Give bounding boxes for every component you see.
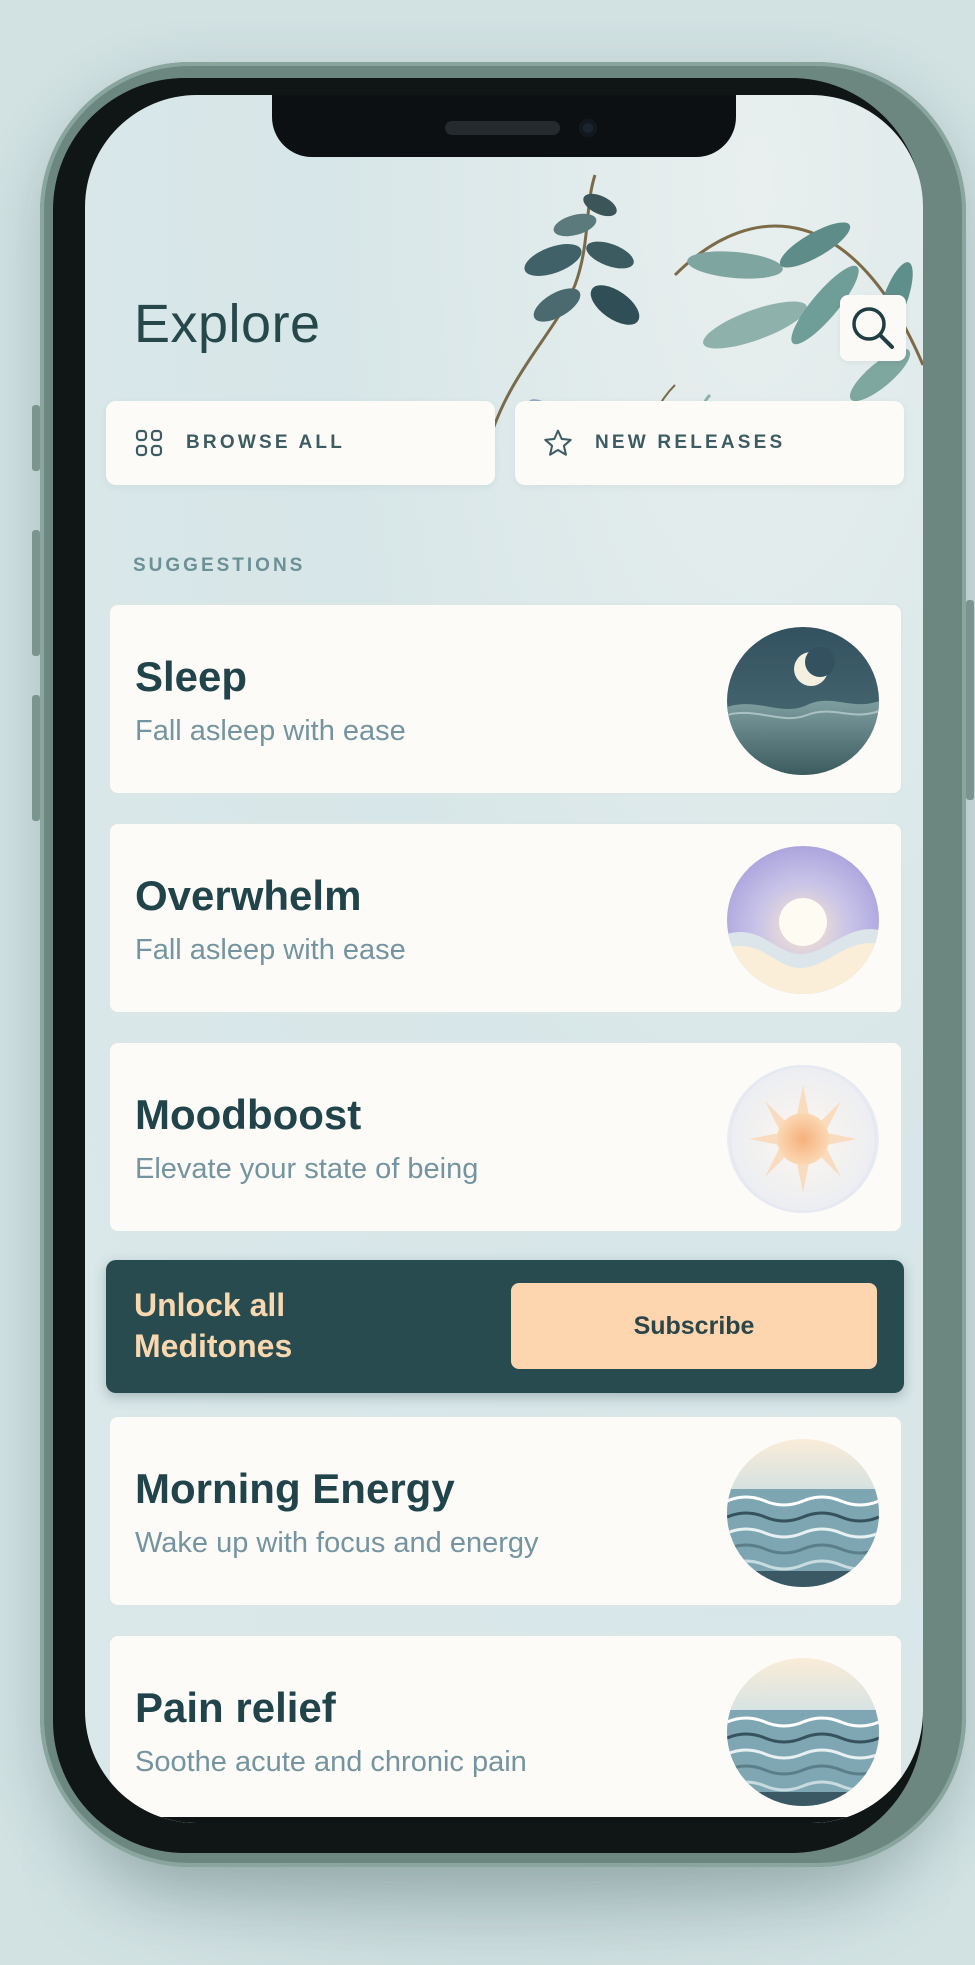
sunburst-illustration bbox=[727, 1065, 879, 1213]
card-subtitle: Wake up with focus and energy bbox=[135, 1527, 539, 1559]
new-releases-label: NEW RELEASES bbox=[595, 432, 786, 453]
moon-over-water-illustration bbox=[727, 627, 879, 775]
power-button bbox=[966, 600, 974, 800]
card-subtitle: Elevate your state of being bbox=[135, 1153, 479, 1185]
mute-switch bbox=[32, 405, 40, 471]
card-title: Pain relief bbox=[135, 1684, 336, 1731]
card-title: Sleep bbox=[135, 653, 248, 700]
card-overwhelm[interactable]: Overwhelm Fall asleep with ease bbox=[108, 822, 903, 1014]
card-title: Overwhelm bbox=[135, 872, 362, 919]
card-subtitle: Fall asleep with ease bbox=[135, 715, 406, 747]
app-screen: Explore BROWSE ALL NEW RELEASES SUGGESTI… bbox=[85, 95, 923, 1823]
card-moodboost[interactable]: Moodboost Elevate your state of being bbox=[108, 1041, 903, 1233]
notch-speaker bbox=[445, 121, 560, 135]
page-title: Explore bbox=[134, 294, 321, 354]
search-button[interactable] bbox=[840, 295, 906, 361]
volume-down-button bbox=[32, 695, 40, 821]
new-releases-button[interactable]: NEW RELEASES bbox=[515, 401, 904, 485]
subscribe-button[interactable]: Subscribe bbox=[511, 1283, 877, 1369]
card-morning-energy[interactable]: Morning Energy Wake up with focus and en… bbox=[108, 1415, 903, 1607]
card-sleep[interactable]: Sleep Fall asleep with ease bbox=[108, 603, 903, 795]
screen-bottom-edge bbox=[85, 1817, 923, 1823]
grid-icon bbox=[134, 428, 164, 458]
sun-on-horizon-illustration bbox=[727, 846, 879, 994]
card-pain-relief[interactable]: Pain relief Soothe acute and chronic pai… bbox=[108, 1634, 903, 1823]
card-subtitle: Soothe acute and chronic pain bbox=[135, 1746, 527, 1778]
star-icon bbox=[543, 428, 573, 458]
card-title: Morning Energy bbox=[135, 1465, 455, 1512]
banner-title: Unlock all Meditones bbox=[134, 1287, 293, 1364]
waves-illustration bbox=[727, 1658, 879, 1806]
card-subtitle: Fall asleep with ease bbox=[135, 934, 406, 966]
card-title: Moodboost bbox=[135, 1091, 362, 1138]
browse-all-button[interactable]: BROWSE ALL bbox=[106, 401, 495, 485]
search-icon bbox=[852, 307, 894, 349]
waves-illustration bbox=[727, 1439, 879, 1587]
volume-up-button bbox=[32, 530, 40, 656]
suggestions-heading: SUGGESTIONS bbox=[133, 555, 306, 576]
device-notch bbox=[272, 95, 736, 157]
front-camera bbox=[579, 119, 597, 137]
browse-all-label: BROWSE ALL bbox=[186, 432, 346, 453]
subscribe-banner: Unlock all Meditones Subscribe bbox=[106, 1260, 904, 1393]
